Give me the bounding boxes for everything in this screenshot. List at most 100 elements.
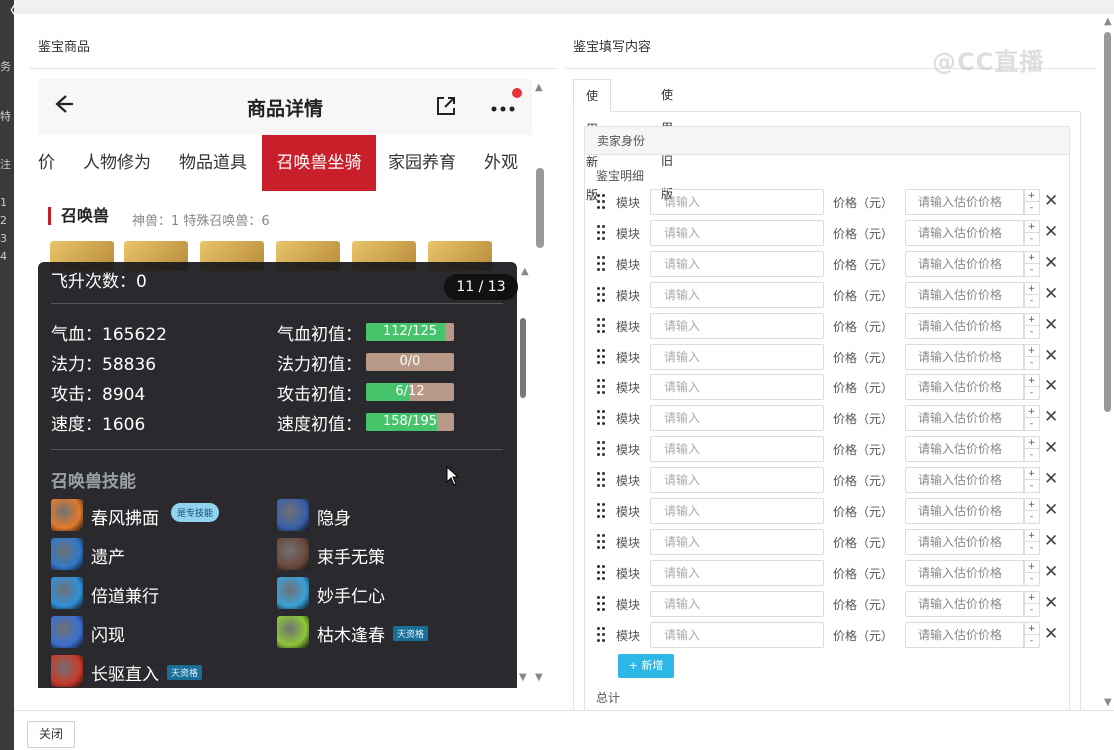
remove-row-icon[interactable]: ✕ (1044, 314, 1058, 336)
module-input[interactable]: 请输入 (650, 250, 824, 277)
tab-price[interactable]: 价 (38, 135, 55, 191)
remove-row-icon[interactable]: ✕ (1044, 437, 1058, 459)
decrement-button[interactable]: - (1024, 542, 1039, 554)
decrement-button[interactable]: - (1024, 573, 1039, 585)
module-input[interactable]: 请输入 (650, 498, 824, 524)
decrement-button[interactable]: - (1024, 264, 1039, 276)
increment-button[interactable]: + (1024, 190, 1039, 202)
increment-button[interactable]: + (1024, 283, 1039, 295)
drag-handle-icon[interactable] (597, 379, 607, 395)
tab-old-version[interactable]: 使用旧版 (649, 79, 685, 201)
drag-handle-icon[interactable] (597, 317, 607, 334)
drag-handle-icon[interactable] (597, 503, 607, 519)
remove-row-icon[interactable]: ✕ (1044, 345, 1058, 367)
price-input[interactable]: 请输入估价价格 (905, 343, 1025, 370)
remove-row-icon[interactable]: ✕ (1044, 190, 1058, 212)
decrement-button[interactable]: - (1024, 202, 1039, 214)
module-input[interactable]: 请输入 (650, 467, 824, 494)
price-input[interactable]: 请输入估价价格 (905, 498, 1025, 524)
drag-handle-icon[interactable] (597, 564, 607, 581)
increment-button[interactable]: + (1024, 252, 1039, 264)
increment-button[interactable]: + (1024, 530, 1039, 542)
decrement-button[interactable]: - (1024, 295, 1039, 307)
remove-row-icon[interactable]: ✕ (1044, 623, 1058, 645)
module-input[interactable]: 请输入 (650, 343, 824, 370)
increment-button[interactable]: + (1024, 623, 1039, 635)
scroll-up-icon[interactable]: ▲ (521, 266, 529, 277)
price-input[interactable]: 请输入估价价格 (905, 467, 1025, 494)
module-input[interactable]: 请输入 (650, 312, 824, 339)
decrement-button[interactable]: - (1024, 480, 1039, 492)
increment-button[interactable]: + (1024, 375, 1039, 388)
module-input[interactable]: 请输入 (650, 621, 824, 648)
increment-button[interactable]: + (1024, 468, 1039, 481)
add-row-button[interactable]: + 新增 (618, 654, 674, 678)
price-input[interactable]: 请输入估价价格 (905, 436, 1025, 463)
decrement-button[interactable]: - (1024, 449, 1039, 461)
drag-handle-icon[interactable] (597, 626, 607, 643)
decrement-button[interactable]: - (1024, 511, 1039, 523)
price-input[interactable]: 请输入估价价格 (905, 281, 1025, 308)
drag-handle-icon[interactable] (597, 194, 607, 210)
left-panel-scrollbar[interactable] (536, 168, 544, 248)
scroll-down-icon[interactable]: ▼ (519, 672, 527, 683)
module-input[interactable]: 请输入 (650, 590, 824, 617)
decrement-button[interactable]: - (1024, 233, 1039, 245)
tab-summon-mount[interactable]: 召唤兽坐骑 (262, 135, 376, 191)
drag-handle-icon[interactable] (597, 533, 607, 550)
price-input[interactable]: 请输入估价价格 (905, 528, 1025, 555)
tab-new-version[interactable]: 使用新版 (573, 79, 612, 202)
drag-handle-icon[interactable] (597, 224, 607, 241)
module-input[interactable]: 请输入 (650, 374, 824, 401)
decrement-button[interactable]: - (1024, 357, 1039, 369)
module-input[interactable]: 请输入 (650, 219, 824, 246)
scroll-up-icon[interactable]: ▲ (1104, 16, 1112, 27)
scroll-down-icon[interactable]: ▼ (535, 672, 543, 683)
increment-button[interactable]: + (1024, 345, 1039, 357)
increment-button[interactable]: + (1024, 314, 1039, 326)
tab-appearance[interactable]: 外观 (484, 135, 518, 191)
scroll-down-icon[interactable]: ▼ (1104, 697, 1112, 708)
decrement-button[interactable]: - (1024, 387, 1039, 399)
remove-row-icon[interactable]: ✕ (1044, 283, 1058, 305)
remove-row-icon[interactable]: ✕ (1044, 375, 1058, 397)
remove-row-icon[interactable]: ✕ (1044, 221, 1058, 243)
decrement-button[interactable]: - (1024, 326, 1039, 338)
dialog-scrollbar[interactable] (1104, 32, 1111, 412)
remove-row-icon[interactable]: ✕ (1044, 252, 1058, 274)
more-icon[interactable] (488, 95, 522, 119)
price-input[interactable]: 请输入估价价格 (905, 219, 1025, 246)
drag-handle-icon[interactable] (597, 348, 607, 365)
drag-handle-icon[interactable] (597, 472, 607, 488)
tab-items[interactable]: 物品道具 (179, 135, 247, 191)
decrement-button[interactable]: - (1024, 418, 1039, 430)
module-input[interactable]: 请输入 (650, 436, 824, 463)
increment-button[interactable]: + (1024, 592, 1039, 604)
price-input[interactable]: 请输入估价价格 (905, 405, 1025, 432)
module-input[interactable]: 请输入 (650, 559, 824, 586)
decrement-button[interactable]: - (1024, 604, 1039, 616)
increment-button[interactable]: + (1024, 437, 1039, 450)
share-icon[interactable] (434, 94, 458, 118)
increment-button[interactable]: + (1024, 499, 1039, 511)
scroll-up-icon[interactable]: ▲ (535, 82, 543, 93)
remove-row-icon[interactable]: ✕ (1044, 468, 1058, 490)
drag-handle-icon[interactable] (597, 441, 607, 457)
increment-button[interactable]: + (1024, 221, 1039, 233)
module-input[interactable]: 请输入 (650, 528, 824, 555)
remove-row-icon[interactable]: ✕ (1044, 592, 1058, 614)
drag-handle-icon[interactable] (597, 255, 607, 272)
module-input[interactable]: 请输入 (650, 281, 824, 308)
remove-row-icon[interactable]: ✕ (1044, 406, 1058, 428)
tab-character[interactable]: 人物修为 (83, 135, 151, 191)
price-input[interactable]: 请输入估价价格 (905, 621, 1025, 648)
remove-row-icon[interactable]: ✕ (1044, 530, 1058, 552)
price-input[interactable]: 请输入估价价格 (905, 312, 1025, 339)
drag-handle-icon[interactable] (597, 410, 607, 426)
module-input[interactable]: 请输入 (650, 405, 824, 432)
price-input[interactable]: 请输入估价价格 (905, 559, 1025, 586)
drag-handle-icon[interactable] (597, 595, 607, 612)
module-input[interactable]: 请输入 (650, 189, 824, 215)
price-input[interactable]: 请输入估价价格 (905, 189, 1025, 215)
backdrop-close-icon[interactable]: 〈 (0, 0, 18, 28)
